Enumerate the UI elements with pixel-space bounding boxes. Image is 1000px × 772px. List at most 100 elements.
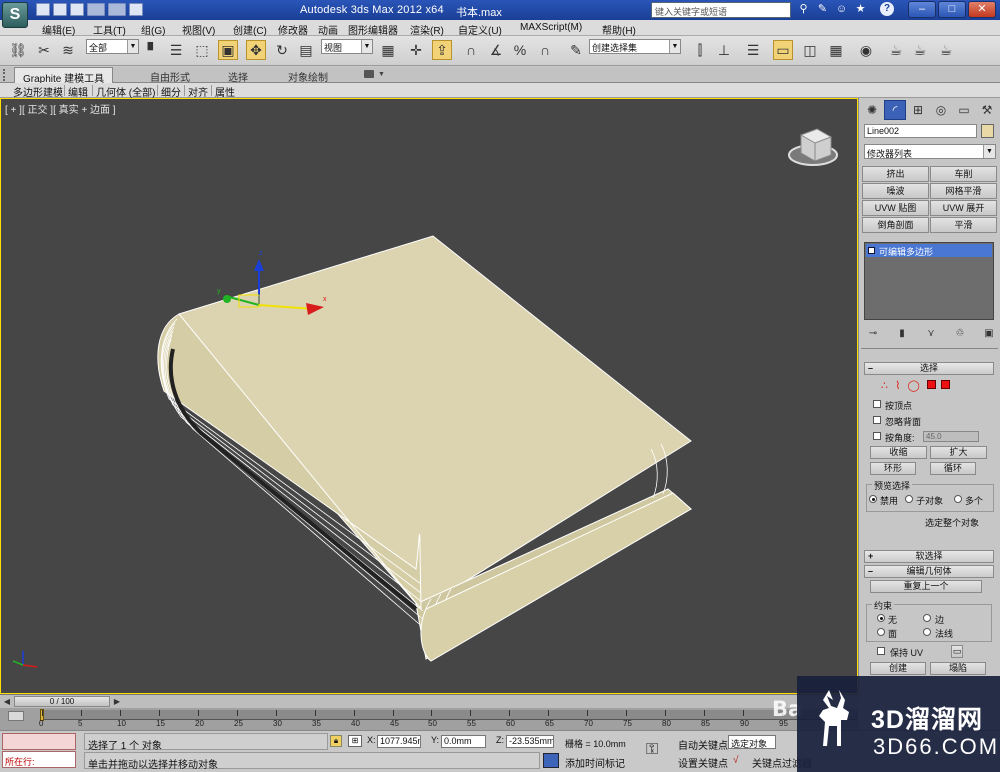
spinner-snap-icon[interactable]: ∩ <box>535 40 555 60</box>
auto-key-button[interactable]: 自动关键点 <box>678 737 728 752</box>
edit-named-selection-icon[interactable]: ✎ <box>566 40 586 60</box>
repeat-last-button[interactable]: 重复上一个 <box>870 580 982 593</box>
preview-subobject-radio[interactable] <box>905 495 913 503</box>
material-editor-icon[interactable]: ◉ <box>856 40 876 60</box>
render-production-icon[interactable]: ☕ <box>936 40 956 60</box>
by-vertex-checkbox[interactable] <box>873 400 881 408</box>
edge-icon[interactable]: ⌇ <box>895 380 902 392</box>
perspective-viewport[interactable]: z y x [ + ][ 正交 ][ 真实 + 边面 ] <box>0 98 858 694</box>
selected-dropdown[interactable]: 选定对象 <box>728 735 776 749</box>
select-rotate-icon[interactable]: ↻ <box>272 40 292 60</box>
constraint-edge-radio[interactable] <box>923 614 931 622</box>
menu-group[interactable]: 组(G) <box>141 22 165 37</box>
hierarchy-tab-icon[interactable]: ⊞ <box>907 100 929 120</box>
search-input[interactable]: 键入关键字或短语 <box>651 2 791 18</box>
selection-filter-dropdown[interactable]: 全部 ▼ <box>86 39 139 54</box>
panel-edit[interactable]: 编辑 <box>68 84 88 99</box>
track-filter-icon[interactable] <box>8 711 24 721</box>
preview-multi-radio[interactable] <box>954 495 962 503</box>
y-coordinate-field[interactable]: 0.0mm <box>441 735 486 748</box>
rect-selection-icon[interactable]: ⬚ <box>192 40 212 60</box>
grow-button[interactable]: 扩大 <box>930 446 987 459</box>
panel-geometry-all[interactable]: 几何体 (全部) <box>96 84 155 99</box>
panel-properties[interactable]: 属性 <box>215 84 235 99</box>
angle-spinner[interactable]: 45.0 <box>923 431 979 442</box>
constraint-none-radio[interactable] <box>877 614 885 622</box>
save-file-icon[interactable] <box>70 3 84 16</box>
loop-button[interactable]: 循环 <box>930 462 976 475</box>
polygon-icon[interactable] <box>926 380 936 389</box>
tab-selection[interactable]: 选择 <box>220 67 256 84</box>
quick-access-dropdown-icon[interactable] <box>129 3 143 16</box>
bind-spacewarp-icon[interactable]: ≋ <box>58 40 78 60</box>
panel-polygon-modeling[interactable]: 多边形建模 <box>13 84 63 99</box>
layer-manager-icon[interactable]: ☰ <box>743 40 763 60</box>
minimize-button[interactable]: – <box>908 1 936 18</box>
create-tab-sun-icon[interactable]: ✺ <box>861 100 883 120</box>
modifier-list-dropdown[interactable]: 修改器列表 ▼ <box>864 144 996 159</box>
motion-tab-icon[interactable]: ◎ <box>930 100 952 120</box>
smooth-button[interactable]: 平滑 <box>930 217 997 233</box>
app-logo-icon[interactable]: S <box>2 2 28 28</box>
vertex-icon[interactable]: ∴ <box>881 380 890 392</box>
render-setup-icon[interactable]: ☕ <box>886 40 906 60</box>
select-by-name-icon[interactable]: ☰ <box>166 40 186 60</box>
maxscript-listener[interactable] <box>2 733 76 750</box>
menu-animation[interactable]: 动画 <box>318 22 338 37</box>
pin-stack-icon[interactable]: ⊸ <box>865 328 881 340</box>
pivot-center-icon[interactable]: ▦ <box>378 40 398 60</box>
menu-tools[interactable]: 工具(T) <box>93 22 126 37</box>
key-filter-curve-icon[interactable]: √ <box>733 755 739 766</box>
panel-align[interactable]: 对齐 <box>188 84 208 99</box>
redo-icon[interactable] <box>108 3 126 16</box>
remove-modifier-icon[interactable]: ♲ <box>952 328 968 340</box>
window-crossing-icon[interactable]: ▣ <box>218 40 238 60</box>
time-slider[interactable]: 0 / 100 <box>14 696 110 707</box>
collapse-button[interactable]: 塌陷 <box>930 662 986 675</box>
menu-edit[interactable]: 编辑(E) <box>42 22 75 37</box>
menu-customize[interactable]: 自定义(U) <box>458 22 502 37</box>
lathe-button[interactable]: 车削 <box>930 166 997 182</box>
modify-tab-arc-icon[interactable]: ◜ <box>884 100 906 120</box>
edit-geometry-rollout-header[interactable]: – 编辑几何体 <box>864 565 994 578</box>
selection-rollout-header[interactable]: – 选择 <box>864 362 994 375</box>
wrench-icon[interactable]: ✎ <box>816 3 829 16</box>
link-icon[interactable]: ⛓ <box>8 40 28 60</box>
element-icon[interactable] <box>940 380 950 389</box>
x-coordinate-field[interactable]: 1077.945m <box>377 735 421 748</box>
noise-button[interactable]: 噪波 <box>862 183 929 199</box>
utilities-tab-hammer-icon[interactable]: ⚒ <box>976 100 998 120</box>
prev-frame-icon[interactable]: ◀ <box>2 696 12 707</box>
show-end-result-icon[interactable]: ▮ <box>894 328 910 340</box>
menu-maxscript[interactable]: MAXScript(M) <box>520 22 582 33</box>
named-selection-dropdown[interactable]: 创建选择集 ▼ <box>589 39 681 54</box>
curve-editor-icon[interactable]: ◫ <box>800 40 820 60</box>
next-frame-icon[interactable]: ▶ <box>112 696 122 707</box>
constraint-face-radio[interactable] <box>877 628 885 636</box>
constraint-normal-radio[interactable] <box>923 628 931 636</box>
panel-subdivision[interactable]: 细分 <box>161 84 181 99</box>
preview-off-radio[interactable] <box>869 495 877 503</box>
help-icon[interactable]: ? <box>880 2 894 16</box>
gizmo-z-arrow-icon[interactable] <box>254 259 264 271</box>
border-icon[interactable]: ◯ <box>908 380 922 392</box>
mirror-icon[interactable]: ⫿ <box>690 40 710 60</box>
schematic-view-icon[interactable]: ▦ <box>826 40 846 60</box>
menu-graph-editors[interactable]: 图形编辑器 <box>348 22 398 37</box>
tab-graphite-modeling[interactable]: Graphite 建模工具 <box>14 67 114 85</box>
open-file-icon[interactable] <box>53 3 67 16</box>
shrink-button[interactable]: 收缩 <box>870 446 927 459</box>
ring-button[interactable]: 环形 <box>870 462 916 475</box>
person-icon[interactable]: ☺ <box>835 3 848 16</box>
reference-coord-dropdown[interactable]: 视图 ▼ <box>321 39 373 54</box>
menu-modifiers[interactable]: 修改器 <box>278 22 308 37</box>
viewcube-icon[interactable] <box>788 128 838 166</box>
soft-selection-rollout-header[interactable]: + 软选择 <box>864 550 994 563</box>
gizmo-y-arrow-icon[interactable] <box>223 295 231 303</box>
uvw-map-button[interactable]: UVW 贴图 <box>862 200 929 216</box>
lock-selection-icon[interactable]: 🔒︎ <box>330 735 342 747</box>
unlink-icon[interactable]: ✂ <box>34 40 54 60</box>
select-object-icon[interactable]: ▘ <box>143 40 163 60</box>
menu-help[interactable]: 帮助(H) <box>602 22 636 37</box>
track-bar[interactable]: 0 5 10 15 20 25 30 35 40 45 50 55 60 65 70 75 80 85 90 95 <box>0 708 858 730</box>
